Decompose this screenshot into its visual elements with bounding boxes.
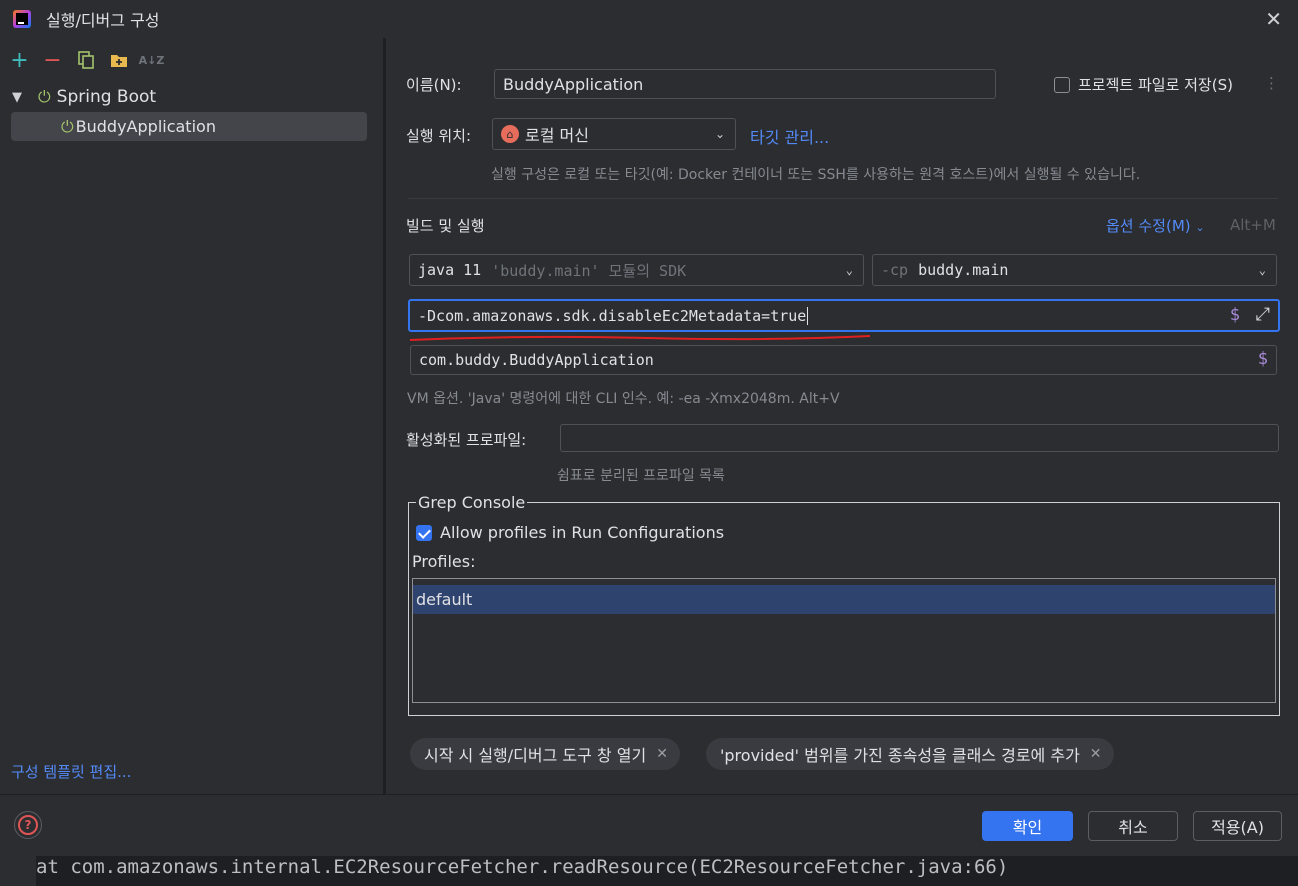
modify-options-shortcut: Alt+M: [1230, 216, 1276, 234]
run-on-dropdown[interactable]: ⌂ 로컬 머신 ⌄: [492, 118, 736, 150]
chevron-down-icon[interactable]: ▼: [12, 90, 26, 105]
name-label: 이름(N):: [406, 76, 462, 94]
run-on-value: 로컬 머신: [525, 126, 589, 145]
window-title: 실행/디버그 구성: [46, 11, 160, 30]
spell-underline: [409, 335, 871, 341]
vm-options-hint: VM 옵션. 'Java' 명령어에 대한 CLI 인수. 예: -ea -Xm…: [407, 391, 840, 407]
close-icon[interactable]: ✕: [1265, 7, 1282, 31]
jdk-value: java 11: [418, 261, 482, 279]
active-profiles-hint: 쉼표로 분리된 프로파일 목록: [557, 468, 725, 484]
tree-toolbar: + − A↓Z: [0, 38, 383, 82]
main-class-input[interactable]: com.buddy.BuddyApplication $: [410, 345, 1277, 375]
classpath-prefix: -cp: [881, 261, 909, 279]
checkbox-label: 프로젝트 파일로 저장(S): [1078, 76, 1233, 94]
spring-boot-icon: ⏻: [38, 87, 51, 106]
intellij-logo-icon: [13, 10, 31, 28]
tag-label: 'provided' 범위를 가진 종속성을 클래스 경로에 추가: [720, 746, 1080, 765]
edit-templates-link[interactable]: 구성 템플릿 편집...: [11, 761, 131, 782]
manage-targets-link[interactable]: 타깃 관리...: [750, 124, 829, 148]
active-profiles-label: 활성화된 프로파일:: [406, 431, 527, 449]
help-icon: ?: [18, 815, 38, 835]
more-options-icon[interactable]: ⋮: [1264, 74, 1279, 92]
folder-add-icon[interactable]: [105, 47, 132, 74]
checkbox-box[interactable]: [416, 524, 432, 541]
help-button[interactable]: ?: [14, 811, 42, 839]
run-on-hint: 실행 구성은 로컬 또는 타깃(예: Docker 컨테이너 또는 SSH를 사…: [491, 167, 1141, 183]
remove-icon[interactable]: −: [39, 47, 66, 74]
allow-profiles-checkbox[interactable]: Allow profiles in Run Configurations: [416, 523, 724, 542]
list-item[interactable]: default: [413, 585, 1275, 614]
tree-item-spring-boot[interactable]: ▼ ⏻ Spring Boot: [0, 82, 383, 112]
modify-options-link[interactable]: 옵션 수정(M) ⌄: [1106, 215, 1205, 236]
chevron-down-icon: ⌄: [1195, 221, 1205, 234]
text-cursor: [807, 306, 809, 325]
dialog-footer: ? 확인 취소 적용(A): [0, 794, 1298, 856]
classpath-value: buddy.main: [918, 261, 1009, 279]
jdk-dropdown[interactable]: java 11 'buddy.main' 모듈의 SDK ⌄: [409, 254, 864, 286]
tree-item-buddy-application[interactable]: ⏻ BuddyApplication: [11, 112, 367, 141]
tag-label: 시작 시 실행/디버그 도구 창 열기: [424, 746, 647, 765]
close-icon[interactable]: ✕: [1090, 746, 1102, 762]
jdk-module-hint: 'buddy.main' 모듈의 SDK: [491, 261, 687, 280]
chevron-down-icon: ⌄: [714, 127, 725, 141]
separator: [408, 198, 1278, 199]
editor-gutter: [0, 856, 36, 886]
checkbox-label: Allow profiles in Run Configurations: [440, 523, 725, 542]
chevron-down-icon: ⌄: [845, 263, 853, 277]
profiles-list[interactable]: default: [412, 578, 1276, 703]
vm-options-value: -Dcom.amazonaws.sdk.disableEc2Metadata=t…: [418, 306, 807, 325]
macro-dollar-icon[interactable]: $: [1230, 305, 1240, 325]
spring-boot-icon: ⏻: [61, 116, 74, 136]
cancel-button[interactable]: 취소: [1088, 811, 1178, 841]
title-bar: 실행/디버그 구성 ✕: [0, 0, 1298, 38]
ok-button[interactable]: 확인: [982, 811, 1073, 841]
tag-provided-scope[interactable]: 'provided' 범위를 가진 종속성을 클래스 경로에 추가 ✕: [706, 738, 1114, 770]
configuration-form: 이름(N): BuddyApplication 프로젝트 파일로 저장(S) ⋮…: [386, 38, 1298, 794]
copy-icon[interactable]: [72, 47, 99, 74]
profiles-label: Profiles:: [412, 552, 476, 571]
add-icon[interactable]: +: [6, 47, 33, 74]
close-icon[interactable]: ✕: [656, 746, 668, 762]
editor-background-line: at com.amazonaws.internal.EC2ResourceFet…: [36, 856, 1298, 886]
run-on-label: 실행 위치:: [406, 127, 472, 145]
configuration-tree-panel: + − A↓Z ▼ ⏻ Spring Boot ⏻ BuddyApplicati…: [0, 38, 384, 794]
apply-button[interactable]: 적용(A): [1193, 811, 1282, 841]
save-to-project-checkbox[interactable]: 프로젝트 파일로 저장(S): [1054, 74, 1233, 95]
expand-icon[interactable]: ⤢: [1256, 304, 1270, 325]
macro-dollar-icon[interactable]: $: [1258, 349, 1268, 369]
vm-options-input[interactable]: -Dcom.amazonaws.sdk.disableEc2Metadata=t…: [408, 299, 1280, 332]
checkbox-box[interactable]: [1054, 76, 1070, 93]
home-icon: ⌂: [501, 125, 519, 143]
tag-open-tool-window[interactable]: 시작 시 실행/디버그 도구 창 열기 ✕: [410, 738, 680, 770]
modify-options-label: 옵션 수정(M): [1106, 217, 1191, 235]
name-input[interactable]: BuddyApplication: [494, 69, 996, 99]
name-input-value: BuddyApplication: [503, 74, 644, 94]
build-run-title: 빌드 및 실행: [406, 217, 485, 235]
tree-item-label: BuddyApplication: [75, 117, 216, 136]
grep-console-title: Grep Console: [416, 493, 528, 512]
sort-alphabetically-icon[interactable]: A↓Z: [138, 47, 165, 74]
active-profiles-input[interactable]: [560, 424, 1279, 452]
classpath-dropdown[interactable]: -cp buddy.main ⌄: [872, 254, 1277, 286]
chevron-down-icon: ⌄: [1258, 263, 1266, 277]
main-class-value: com.buddy.BuddyApplication: [419, 351, 654, 369]
tree-item-label: Spring Boot: [56, 87, 157, 107]
